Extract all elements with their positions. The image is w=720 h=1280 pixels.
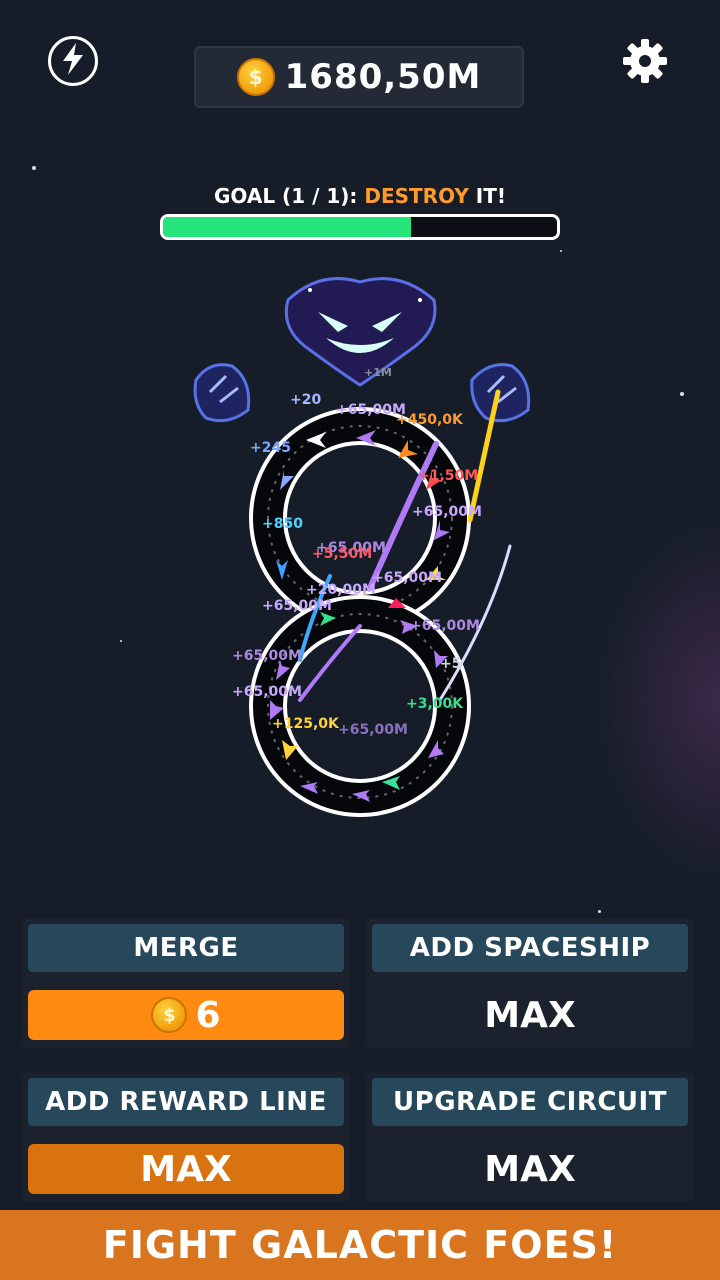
- reward-popup: +20,00M: [306, 582, 376, 598]
- merge-button[interactable]: $ 6: [28, 990, 344, 1040]
- reward-popup: +1M: [364, 366, 392, 379]
- upgrade-circuit-button[interactable]: MAX: [372, 1144, 688, 1194]
- reward-popup: +65,00M: [372, 570, 442, 586]
- reward-popup: +1,50M: [418, 468, 478, 484]
- boss-enemy: [284, 277, 437, 387]
- goal-progress-bar: [160, 214, 560, 240]
- merge-cost: 6: [195, 994, 221, 1036]
- coin-balance: $ 1680,50M: [194, 46, 524, 108]
- reward-popup: +3,00K: [406, 696, 464, 712]
- goal-prefix: GOAL (1 / 1):: [213, 184, 365, 208]
- merge-panel: MERGE $ 6: [22, 918, 350, 1048]
- lightning-icon: [60, 42, 86, 80]
- merge-title: MERGE: [28, 924, 344, 972]
- add-spaceship-title: ADD SPACESHIP: [372, 924, 688, 972]
- reward-popup: +65,00M: [232, 684, 302, 700]
- reward-popup: +65,00M: [232, 648, 302, 664]
- goal-progress-fill: [163, 217, 412, 237]
- enemy-claw-left: [193, 363, 251, 423]
- add-spaceship-value: MAX: [484, 994, 576, 1036]
- reward-popup: +850: [262, 516, 303, 532]
- add-spaceship-button[interactable]: MAX: [372, 990, 688, 1040]
- coin-icon: $: [151, 997, 188, 1033]
- add-reward-line-title: ADD REWARD LINE: [28, 1078, 344, 1126]
- upgrade-circuit-panel: UPGRADE CIRCUIT MAX: [366, 1072, 694, 1202]
- reward-popup: +125,0K: [272, 716, 340, 732]
- reward-popup: +245: [250, 440, 291, 456]
- upgrade-circuit-value: MAX: [484, 1148, 576, 1190]
- goal-label: GOAL (1 / 1): DESTROY IT!: [160, 184, 560, 208]
- reward-popup: +65,00M: [410, 618, 480, 634]
- reward-popup: +5: [440, 656, 461, 672]
- promo-text: FIGHT GALACTIC FOES!: [102, 1223, 618, 1267]
- goal-suffix: IT!: [468, 184, 507, 208]
- coin-icon: $: [236, 58, 275, 96]
- reward-popup: +20: [290, 392, 321, 408]
- upgrade-circuit-title: UPGRADE CIRCUIT: [372, 1078, 688, 1126]
- add-reward-line-panel: ADD REWARD LINE MAX: [22, 1072, 350, 1202]
- reward-popup: +450,0K: [396, 412, 464, 428]
- reward-popup: +65,00M: [412, 504, 482, 520]
- add-reward-line-value: MAX: [140, 1148, 232, 1190]
- gear-icon: [620, 39, 670, 90]
- add-reward-line-button[interactable]: MAX: [28, 1144, 344, 1194]
- add-spaceship-panel: ADD SPACESHIP MAX: [366, 918, 694, 1048]
- goal-highlight: DESTROY: [364, 184, 469, 208]
- settings-button[interactable]: [620, 36, 670, 86]
- promo-banner: FIGHT GALACTIC FOES!: [0, 1210, 720, 1280]
- coin-amount: 1680,50M: [284, 57, 482, 97]
- reward-popup: +5,50M: [312, 546, 372, 562]
- reward-popup: +65,00M: [262, 598, 332, 614]
- reward-popup: +65,00M: [338, 722, 408, 738]
- boost-button[interactable]: [48, 36, 98, 86]
